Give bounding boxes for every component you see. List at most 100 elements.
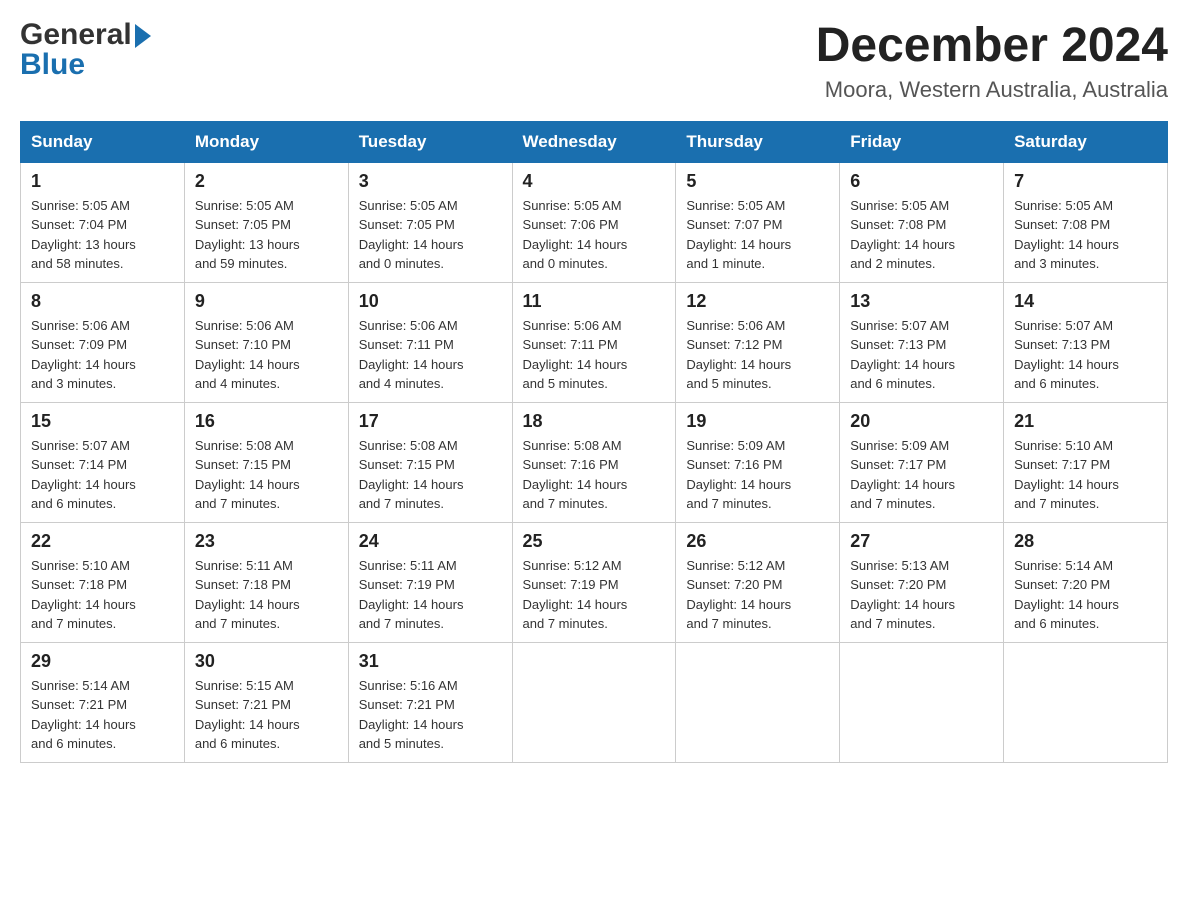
day-info: Sunrise: 5:09 AMSunset: 7:17 PMDaylight:… xyxy=(850,438,955,512)
logo-arrow-icon xyxy=(135,24,151,48)
day-info: Sunrise: 5:11 AMSunset: 7:19 PMDaylight:… xyxy=(359,558,464,632)
logo-blue-text: Blue xyxy=(20,50,85,80)
calendar-week-row: 1Sunrise: 5:05 AMSunset: 7:04 PMDaylight… xyxy=(21,162,1168,282)
calendar-cell: 31 Sunrise: 5:16 AMSunset: 7:21 PMDayligh… xyxy=(348,642,512,762)
column-header-sunday: Sunday xyxy=(21,121,185,162)
day-info: Sunrise: 5:13 AMSunset: 7:20 PMDaylight:… xyxy=(850,558,955,632)
day-number: 7 xyxy=(1014,171,1157,192)
day-number: 10 xyxy=(359,291,502,312)
day-number: 4 xyxy=(523,171,666,192)
calendar-week-row: 15 Sunrise: 5:07 AMSunset: 7:14 PMDayligh… xyxy=(21,402,1168,522)
day-info: Sunrise: 5:05 AMSunset: 7:05 PMDaylight:… xyxy=(359,198,464,272)
calendar-week-row: 8 Sunrise: 5:06 AMSunset: 7:09 PMDaylight… xyxy=(21,282,1168,402)
calendar-cell: 4Sunrise: 5:05 AMSunset: 7:06 PMDaylight… xyxy=(512,162,676,282)
calendar-cell: 7Sunrise: 5:05 AMSunset: 7:08 PMDaylight… xyxy=(1004,162,1168,282)
day-info: Sunrise: 5:09 AMSunset: 7:16 PMDaylight:… xyxy=(686,438,791,512)
title-area: December 2024 Moora, Western Australia, … xyxy=(816,20,1168,103)
calendar-cell: 13Sunrise: 5:07 AMSunset: 7:13 PMDayligh… xyxy=(840,282,1004,402)
calendar-cell: 8 Sunrise: 5:06 AMSunset: 7:09 PMDaylight… xyxy=(21,282,185,402)
day-info: Sunrise: 5:06 AMSunset: 7:10 PMDaylight:… xyxy=(195,318,300,392)
day-number: 15 xyxy=(31,411,174,432)
day-number: 23 xyxy=(195,531,338,552)
calendar-cell: 27 Sunrise: 5:13 AMSunset: 7:20 PMDayligh… xyxy=(840,522,1004,642)
day-number: 6 xyxy=(850,171,993,192)
logo-general-text: General xyxy=(20,20,132,50)
calendar-cell: 28Sunrise: 5:14 AMSunset: 7:20 PMDayligh… xyxy=(1004,522,1168,642)
day-number: 30 xyxy=(195,651,338,672)
calendar-cell: 9 Sunrise: 5:06 AMSunset: 7:10 PMDaylight… xyxy=(184,282,348,402)
calendar-week-row: 29 Sunrise: 5:14 AMSunset: 7:21 PMDayligh… xyxy=(21,642,1168,762)
day-info: Sunrise: 5:16 AMSunset: 7:21 PMDaylight:… xyxy=(359,678,464,752)
column-header-saturday: Saturday xyxy=(1004,121,1168,162)
calendar-cell: 14 Sunrise: 5:07 AMSunset: 7:13 PMDayligh… xyxy=(1004,282,1168,402)
day-info: Sunrise: 5:06 AMSunset: 7:11 PMDaylight:… xyxy=(359,318,464,392)
calendar-cell: 3 Sunrise: 5:05 AMSunset: 7:05 PMDaylight… xyxy=(348,162,512,282)
logo: General Blue xyxy=(20,20,151,80)
day-info: Sunrise: 5:07 AMSunset: 7:13 PMDaylight:… xyxy=(1014,318,1119,392)
day-number: 16 xyxy=(195,411,338,432)
day-number: 18 xyxy=(523,411,666,432)
day-info: Sunrise: 5:08 AMSunset: 7:15 PMDaylight:… xyxy=(359,438,464,512)
column-header-tuesday: Tuesday xyxy=(348,121,512,162)
month-title: December 2024 xyxy=(816,20,1168,73)
day-info: Sunrise: 5:12 AMSunset: 7:19 PMDaylight:… xyxy=(523,558,628,632)
day-number: 22 xyxy=(31,531,174,552)
day-number: 21 xyxy=(1014,411,1157,432)
day-info: Sunrise: 5:08 AMSunset: 7:16 PMDaylight:… xyxy=(523,438,628,512)
day-info: Sunrise: 5:14 AMSunset: 7:21 PMDaylight:… xyxy=(31,678,136,752)
calendar-cell: 30Sunrise: 5:15 AMSunset: 7:21 PMDayligh… xyxy=(184,642,348,762)
day-number: 5 xyxy=(686,171,829,192)
calendar-cell: 20 Sunrise: 5:09 AMSunset: 7:17 PMDayligh… xyxy=(840,402,1004,522)
day-info: Sunrise: 5:05 AMSunset: 7:08 PMDaylight:… xyxy=(850,198,955,272)
location-subtitle: Moora, Western Australia, Australia xyxy=(816,77,1168,103)
calendar-cell: 12 Sunrise: 5:06 AMSunset: 7:12 PMDayligh… xyxy=(676,282,840,402)
day-info: Sunrise: 5:11 AMSunset: 7:18 PMDaylight:… xyxy=(195,558,300,632)
column-header-wednesday: Wednesday xyxy=(512,121,676,162)
day-number: 24 xyxy=(359,531,502,552)
day-number: 27 xyxy=(850,531,993,552)
day-number: 19 xyxy=(686,411,829,432)
calendar-table: SundayMondayTuesdayWednesdayThursdayFrid… xyxy=(20,121,1168,763)
calendar-cell: 6 Sunrise: 5:05 AMSunset: 7:08 PMDaylight… xyxy=(840,162,1004,282)
day-info: Sunrise: 5:06 AMSunset: 7:09 PMDaylight:… xyxy=(31,318,136,392)
calendar-cell: 22 Sunrise: 5:10 AMSunset: 7:18 PMDayligh… xyxy=(21,522,185,642)
column-header-friday: Friday xyxy=(840,121,1004,162)
day-number: 25 xyxy=(523,531,666,552)
page-header: General Blue December 2024 Moora, Wester… xyxy=(20,20,1168,103)
day-info: Sunrise: 5:06 AMSunset: 7:12 PMDaylight:… xyxy=(686,318,791,392)
calendar-cell: 1Sunrise: 5:05 AMSunset: 7:04 PMDaylight… xyxy=(21,162,185,282)
day-info: Sunrise: 5:05 AMSunset: 7:07 PMDaylight:… xyxy=(686,198,791,272)
day-number: 2 xyxy=(195,171,338,192)
day-info: Sunrise: 5:10 AMSunset: 7:18 PMDaylight:… xyxy=(31,558,136,632)
column-header-monday: Monday xyxy=(184,121,348,162)
day-info: Sunrise: 5:05 AMSunset: 7:05 PMDaylight:… xyxy=(195,198,300,272)
calendar-cell xyxy=(512,642,676,762)
day-info: Sunrise: 5:06 AMSunset: 7:11 PMDaylight:… xyxy=(523,318,628,392)
calendar-header-row: SundayMondayTuesdayWednesdayThursdayFrid… xyxy=(21,121,1168,162)
calendar-cell: 25 Sunrise: 5:12 AMSunset: 7:19 PMDayligh… xyxy=(512,522,676,642)
day-info: Sunrise: 5:14 AMSunset: 7:20 PMDaylight:… xyxy=(1014,558,1119,632)
calendar-cell: 10 Sunrise: 5:06 AMSunset: 7:11 PMDayligh… xyxy=(348,282,512,402)
day-number: 12 xyxy=(686,291,829,312)
calendar-cell: 2 Sunrise: 5:05 AMSunset: 7:05 PMDaylight… xyxy=(184,162,348,282)
day-number: 29 xyxy=(31,651,174,672)
calendar-cell: 26 Sunrise: 5:12 AMSunset: 7:20 PMDayligh… xyxy=(676,522,840,642)
calendar-cell xyxy=(840,642,1004,762)
calendar-cell: 16Sunrise: 5:08 AMSunset: 7:15 PMDayligh… xyxy=(184,402,348,522)
day-number: 20 xyxy=(850,411,993,432)
day-info: Sunrise: 5:05 AMSunset: 7:04 PMDaylight:… xyxy=(31,198,136,272)
day-info: Sunrise: 5:07 AMSunset: 7:14 PMDaylight:… xyxy=(31,438,136,512)
day-number: 14 xyxy=(1014,291,1157,312)
calendar-cell: 11Sunrise: 5:06 AMSunset: 7:11 PMDayligh… xyxy=(512,282,676,402)
day-info: Sunrise: 5:12 AMSunset: 7:20 PMDaylight:… xyxy=(686,558,791,632)
calendar-cell xyxy=(1004,642,1168,762)
calendar-cell: 15 Sunrise: 5:07 AMSunset: 7:14 PMDayligh… xyxy=(21,402,185,522)
day-number: 31 xyxy=(359,651,502,672)
day-number: 17 xyxy=(359,411,502,432)
day-number: 26 xyxy=(686,531,829,552)
day-number: 3 xyxy=(359,171,502,192)
day-number: 9 xyxy=(195,291,338,312)
calendar-cell: 21Sunrise: 5:10 AMSunset: 7:17 PMDayligh… xyxy=(1004,402,1168,522)
day-number: 8 xyxy=(31,291,174,312)
calendar-cell: 18 Sunrise: 5:08 AMSunset: 7:16 PMDayligh… xyxy=(512,402,676,522)
